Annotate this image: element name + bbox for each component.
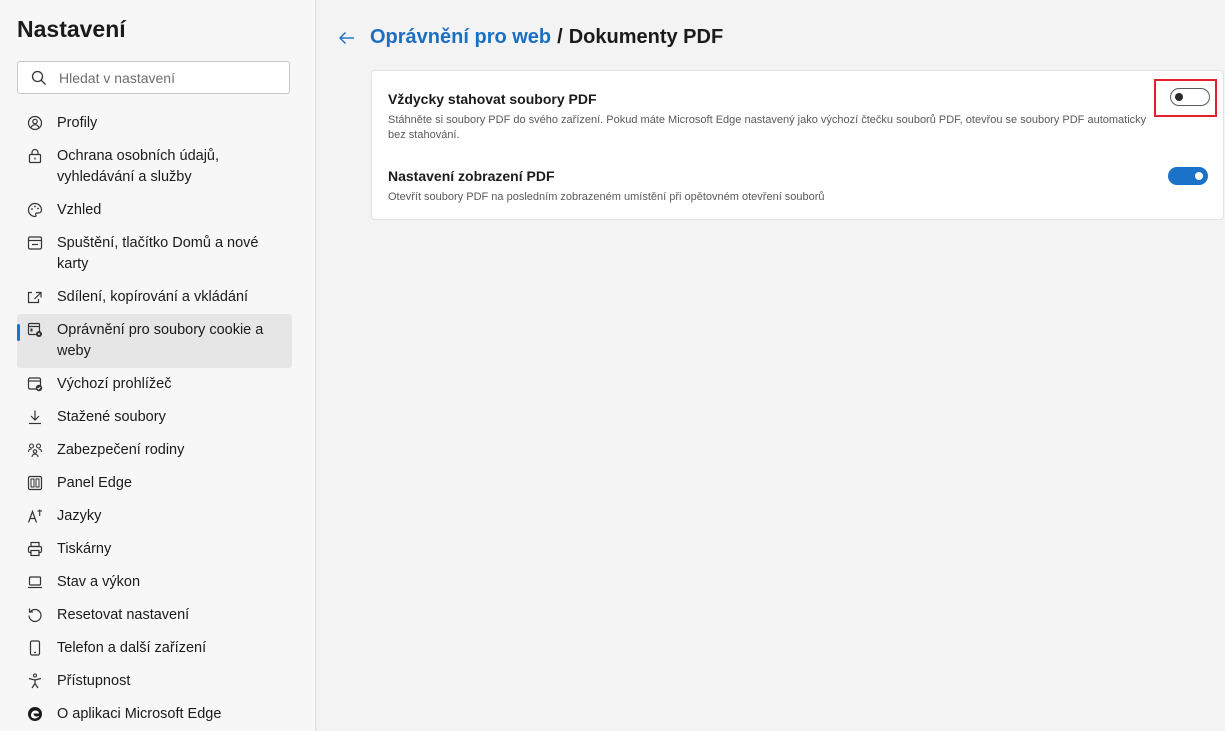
lock-icon: [27, 148, 43, 164]
setting-description: Otevřít soubory PDF na posledním zobraze…: [388, 191, 825, 203]
sidebar-item-sharing[interactable]: Sdílení, kopírování a vkládání: [17, 281, 292, 314]
sidebar-item-label: Výchozí prohlížeč: [57, 376, 172, 392]
sidebar-item-label: Spuštění, tlačítko Domů a nové karty: [57, 235, 259, 272]
setting-description: Stáhněte si soubory PDF do svého zařízen…: [388, 114, 1147, 141]
sidebar-item-startup[interactable]: Spuštění, tlačítko Domů a nové karty: [17, 227, 292, 281]
languages-icon: [27, 508, 43, 524]
sidebar-item-label: Panel Edge: [57, 475, 132, 491]
default-browser-icon: [27, 376, 43, 392]
pdf-view-settings-toggle[interactable]: [1168, 167, 1208, 185]
settings-sidebar: Nastavení Profily Ochrana osobních údajů…: [0, 0, 316, 731]
sidebar-item-label: Telefon a další zařízení: [57, 640, 207, 656]
sidebar-item-downloads[interactable]: Stažené soubory: [17, 401, 292, 434]
sidebar-item-label: Stažené soubory: [57, 409, 166, 425]
edge-logo-icon: [27, 706, 43, 722]
sidebar-item-label: Oprávnění pro soubory cookie a weby: [57, 322, 264, 359]
home-window-icon: [27, 235, 43, 251]
breadcrumb-separator: /: [557, 26, 563, 48]
sidebar-title: Nastavení: [17, 16, 126, 42]
sidebar-item-phone[interactable]: Telefon a další zařízení: [17, 632, 292, 665]
page-title: Dokumenty PDF: [568, 26, 724, 48]
search-input[interactable]: [59, 69, 259, 86]
pdf-settings-card: Vždycky stahovat soubory PDF Stáhněte si…: [371, 70, 1224, 220]
setting-row-always-download: Vždycky stahovat soubory PDF Stáhněte si…: [388, 91, 1208, 143]
sidebar-item-cookies[interactable]: Oprávnění pro soubory cookie a weby: [17, 314, 292, 368]
sidebar-item-label: Profily: [57, 115, 98, 131]
share-icon: [27, 289, 43, 305]
breadcrumb-parent-link[interactable]: Oprávnění pro web: [370, 26, 551, 49]
sidebar-item-label: Zabezpečení rodiny: [57, 442, 185, 458]
sidebar-item-label: Resetovat nastavení: [57, 607, 190, 623]
laptop-icon: [27, 574, 43, 590]
sidebar-item-about[interactable]: O aplikaci Microsoft Edge: [17, 698, 292, 731]
download-icon: [27, 409, 43, 425]
sidebar-item-label: O aplikaci Microsoft Edge: [57, 706, 222, 722]
sidebar-item-appearance[interactable]: Vzhled: [17, 194, 292, 227]
sidebar-item-label: Přístupnost: [57, 673, 131, 689]
palette-icon: [27, 202, 43, 218]
sidebar-item-label: Ochrana osobních údajů, vyhledávání a sl…: [57, 148, 220, 185]
edge-bar-icon: [27, 475, 43, 491]
sidebar-item-family[interactable]: Zabezpečení rodiny: [17, 434, 292, 467]
toggle-knob: [1195, 171, 1203, 180]
sidebar-item-system[interactable]: Stav a výkon: [17, 566, 292, 599]
sidebar-item-edge-bar[interactable]: Panel Edge: [17, 467, 292, 500]
phone-icon: [27, 640, 43, 656]
sidebar-item-reset[interactable]: Resetovat nastavení: [17, 599, 292, 632]
sidebar-item-default-browser[interactable]: Výchozí prohlížeč: [17, 368, 292, 401]
sidebar-item-label: Tiskárny: [57, 541, 112, 557]
setting-title: Nastavení zobrazení PDF: [388, 168, 555, 184]
setting-title: Vždycky stahovat soubory PDF: [388, 91, 597, 107]
setting-row-pdf-view: Nastavení zobrazení PDF Otevřít soubory …: [388, 168, 1208, 205]
highlight-box: [1154, 79, 1217, 117]
breadcrumb: Oprávnění pro web / Dokumenty PDF: [338, 26, 723, 49]
cookie-settings-icon: [27, 322, 43, 338]
sidebar-item-profiles[interactable]: Profily: [17, 107, 292, 140]
search-box[interactable]: [17, 61, 290, 94]
sidebar-item-accessibility[interactable]: Přístupnost: [17, 665, 292, 698]
settings-content: Oprávnění pro web / Dokumenty PDF Vždyck…: [316, 0, 1225, 731]
sidebar-item-privacy[interactable]: Ochrana osobních údajů, vyhledávání a sl…: [17, 140, 292, 194]
printer-icon: [27, 541, 43, 557]
sidebar-item-label: Sdílení, kopírování a vkládání: [57, 289, 249, 305]
accessibility-icon: [27, 673, 43, 689]
profile-icon: [27, 115, 43, 131]
family-icon: [27, 442, 43, 458]
search-icon: [31, 70, 47, 86]
settings-nav: Profily Ochrana osobních údajů, vyhledáv…: [17, 107, 292, 731]
sidebar-item-label: Jazyky: [57, 508, 102, 524]
back-arrow-icon[interactable]: [338, 29, 356, 47]
sidebar-item-languages[interactable]: Jazyky: [17, 500, 292, 533]
sidebar-item-label: Stav a výkon: [57, 574, 141, 590]
reset-icon: [27, 607, 43, 623]
sidebar-item-printers[interactable]: Tiskárny: [17, 533, 292, 566]
sidebar-item-label: Vzhled: [57, 202, 102, 218]
